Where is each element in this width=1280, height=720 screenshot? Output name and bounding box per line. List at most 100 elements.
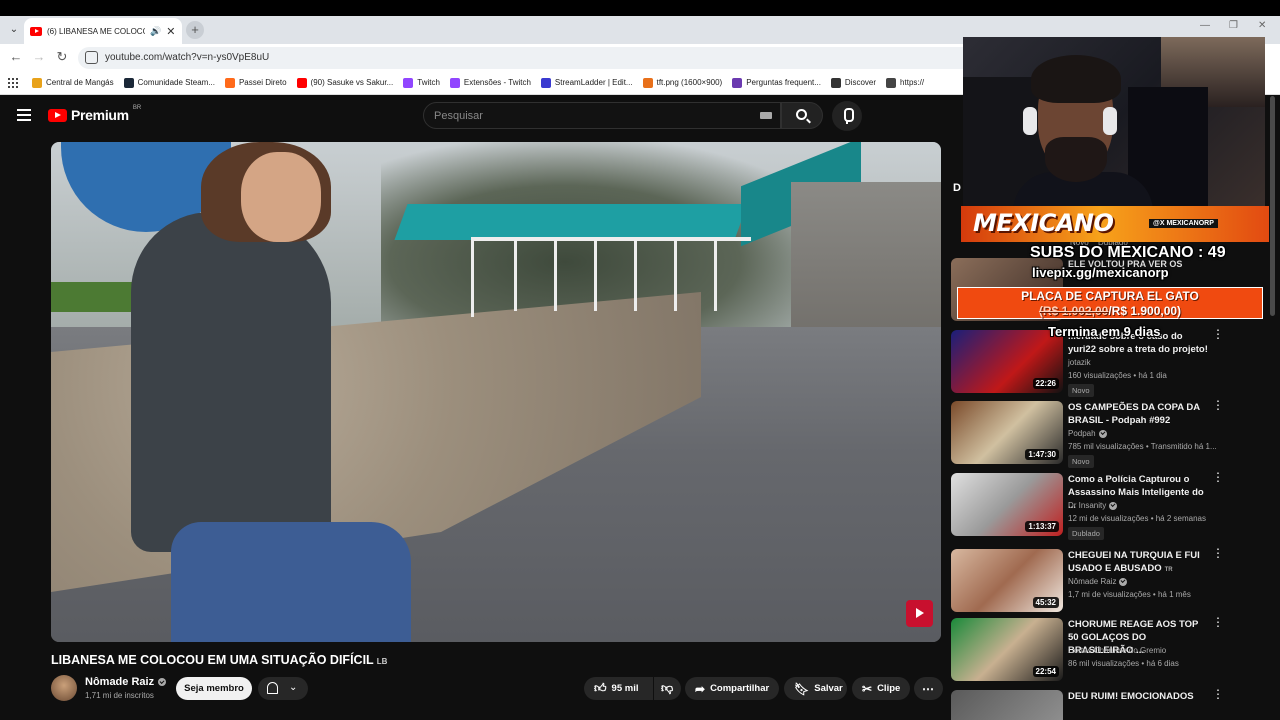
bookmark-favicon-icon (224, 77, 235, 88)
sidebar-scrollbar[interactable] (1270, 96, 1275, 316)
recommendation-channel-name: Cortes Chorume do Gremio (1068, 646, 1167, 655)
bookmark-label: (90) Sasuke vs Sakur... (310, 78, 394, 87)
recommendation-item[interactable]: 1:47:30 OS CAMPEÕES DA COPA DA BRASIL - P… (951, 399, 1273, 468)
headphone-right (1103, 107, 1117, 135)
tab-search-chevron-icon[interactable]: ⌄ (6, 22, 22, 38)
speaker-icon[interactable]: 🔊 (150, 26, 161, 37)
clip-button[interactable]: ✂ Clipe (852, 677, 910, 700)
reload-icon[interactable]: ↻ (54, 49, 70, 65)
recommendation-title[interactable]: DEU RUIM! EMOCIONADOS (1068, 690, 1208, 703)
join-member-button[interactable]: Seja membro (176, 677, 252, 700)
more-vertical-icon[interactable]: ⋮ (1212, 399, 1224, 411)
video-duration: 1:13:37 (1025, 521, 1059, 532)
recommendation-item[interactable]: 22:54 CHORUME REAGE AOS TOP 50 GOLAÇOS DO… (951, 616, 1273, 682)
more-vertical-icon[interactable]: ⋮ (1212, 688, 1224, 700)
more-actions-button[interactable]: ⋯ (914, 677, 943, 700)
more-vertical-icon[interactable]: ⋮ (1212, 471, 1224, 483)
recommendation-thumbnail[interactable]: 1:13:37 (951, 473, 1063, 536)
channel-watermark-icon[interactable] (906, 600, 933, 627)
bookmark-item[interactable]: Passei Direto (224, 77, 287, 88)
recommendation-channel[interactable]: Nômade Raiz (1068, 577, 1128, 586)
subs-goal-text: SUBS DO MEXICANO : 49 (1030, 244, 1226, 261)
bookmark-label: Twitch (417, 78, 440, 87)
video-player[interactable] (51, 142, 941, 642)
recommendation-item[interactable]: 1:13:37 Como a Polícia Capturou o Assassi… (951, 471, 1273, 540)
bookmark-item[interactable]: tft.png (1600×900) (642, 77, 722, 88)
save-button[interactable]: 🔖︎ Salvar (784, 677, 847, 700)
recommendation-item[interactable]: DEU RUIM! EMOCIONADOS ⋮ (951, 688, 1273, 720)
new-tab-button[interactable]: + (186, 21, 204, 39)
bookmark-item[interactable]: Extensões - Twitch (449, 77, 531, 88)
minimize-icon[interactable]: — (1200, 20, 1210, 31)
site-info-icon[interactable] (85, 51, 98, 64)
bookmark-favicon-icon (642, 77, 653, 88)
recommendation-item[interactable]: 45:32 CHEGUEI NA TURQUIA E FUI USADO E AB… (951, 547, 1273, 613)
thumbs-up-icon: 👍︎ (594, 681, 607, 695)
channel-avatar[interactable] (51, 675, 77, 701)
recommendation-thumbnail[interactable]: 22:26 (951, 330, 1063, 393)
forward-arrow-icon[interactable]: → (31, 49, 47, 64)
bookmark-item[interactable]: (90) Sasuke vs Sakur... (296, 77, 394, 88)
bookmark-item[interactable]: StreamLadder | Edit... (540, 77, 633, 88)
dislike-button[interactable]: 👎︎ (654, 677, 681, 700)
verified-check-icon (1109, 501, 1118, 510)
like-button[interactable]: 👍︎ 95 mil (584, 677, 653, 700)
streamer-name-banner: MEXICANO @X MEXICANORP (961, 206, 1269, 242)
capture-goal-title: PLACA DE CAPTURA EL GATO (1021, 289, 1199, 303)
bookmark-item[interactable]: Perguntas frequent... (732, 77, 821, 88)
bookmark-item[interactable]: Twitch (403, 77, 440, 88)
like-count: 95 mil (611, 683, 639, 694)
recommendation-meta: 12 mi de visualizações • há 2 semanas (1068, 514, 1206, 523)
search-button[interactable] (781, 102, 823, 129)
video-duration: 22:26 (1032, 378, 1059, 389)
menu-hamburger-icon[interactable] (17, 109, 31, 121)
recommendation-title[interactable]: OS CAMPEÕES DA COPA DA BRASIL - Podpah #… (1068, 401, 1208, 427)
recommendation-meta: 785 mil visualizações • Transmitido há 1… (1068, 442, 1217, 451)
youtube-favicon-icon (30, 26, 42, 36)
more-vertical-icon[interactable]: ⋮ (1212, 616, 1224, 628)
video-frame-person-face (241, 152, 321, 242)
recommendation-channel[interactable]: Cortes Chorume do Gremio (1068, 646, 1166, 655)
recommendation-item[interactable]: 22:26 ...erdade sobre o caso do yuri22 so… (951, 328, 1273, 397)
video-frame-person-hoodie (131, 212, 331, 552)
window-close-icon[interactable]: ✕ (1258, 20, 1266, 31)
bookmark-item[interactable]: https:// (886, 77, 925, 88)
bookmark-label: Perguntas frequent... (746, 78, 821, 87)
recommendation-thumbnail[interactable]: 22:54 (951, 618, 1063, 681)
chevron-down-icon: ⌄ (289, 682, 298, 693)
recommendation-thumbnail[interactable]: 45:32 (951, 549, 1063, 612)
url-field[interactable]: youtube.com/watch?v=n-ys0VpE8uU (78, 47, 978, 69)
back-arrow-icon[interactable]: ← (8, 49, 24, 64)
recommendation-channel[interactable]: Podpah (1068, 429, 1107, 438)
bookmark-item[interactable]: Comunidade Steam... (123, 77, 215, 88)
maximize-icon[interactable]: ❐ (1229, 20, 1238, 31)
more-vertical-icon[interactable]: ⋮ (1212, 547, 1224, 559)
browser-tab[interactable]: (6) LIBANESA ME COLOCOU 🔊 ✕ (24, 18, 182, 44)
bookmark-label: https:// (900, 78, 925, 87)
recommendation-title[interactable]: CHEGUEI NA TURQUIA E FUI USADO E ABUSADO… (1068, 549, 1208, 577)
recommendation-badge: Novo (1068, 455, 1094, 468)
notifications-bell-button[interactable]: ⌄ (258, 677, 308, 700)
thumbs-down-icon: 👎︎ (661, 681, 674, 695)
recommendation-thumbnail[interactable]: 1:47:30 (951, 401, 1063, 464)
search-input[interactable]: Pesquisar (423, 102, 781, 129)
bookmark-item[interactable]: Central de Mangás (32, 77, 114, 88)
bookmark-favicon-icon (732, 77, 743, 88)
video-title: LIBANESA ME COLOCOU EM UMA SITUAÇÃO DIFÍ… (51, 653, 387, 667)
more-vertical-icon[interactable]: ⋮ (1212, 328, 1224, 340)
recommendation-channel[interactable]: jotazik (1068, 358, 1091, 367)
bookmark-item[interactable]: Discover (830, 77, 876, 88)
recommendation-thumbnail[interactable] (951, 690, 1063, 720)
livepix-link-text: livepix.gg/mexicanorp (1032, 265, 1169, 280)
youtube-premium-logo[interactable]: Premium BR (48, 105, 141, 123)
voice-search-mic-icon[interactable] (832, 101, 862, 131)
keyboard-icon[interactable] (760, 112, 772, 119)
channel-name-link[interactable]: Nômade Raiz (85, 676, 167, 688)
tab-close-icon[interactable]: ✕ (166, 25, 175, 38)
streamer-handle: @X MEXICANORP (1149, 219, 1218, 228)
apps-grid-icon[interactable] (8, 77, 18, 88)
recommendation-badge: Novo (1068, 384, 1094, 397)
bookmark-favicon-icon (123, 77, 134, 88)
share-button[interactable]: ➦ Compartilhar (685, 677, 779, 700)
recommendation-channel[interactable]: Dr Insanity (1068, 501, 1118, 510)
